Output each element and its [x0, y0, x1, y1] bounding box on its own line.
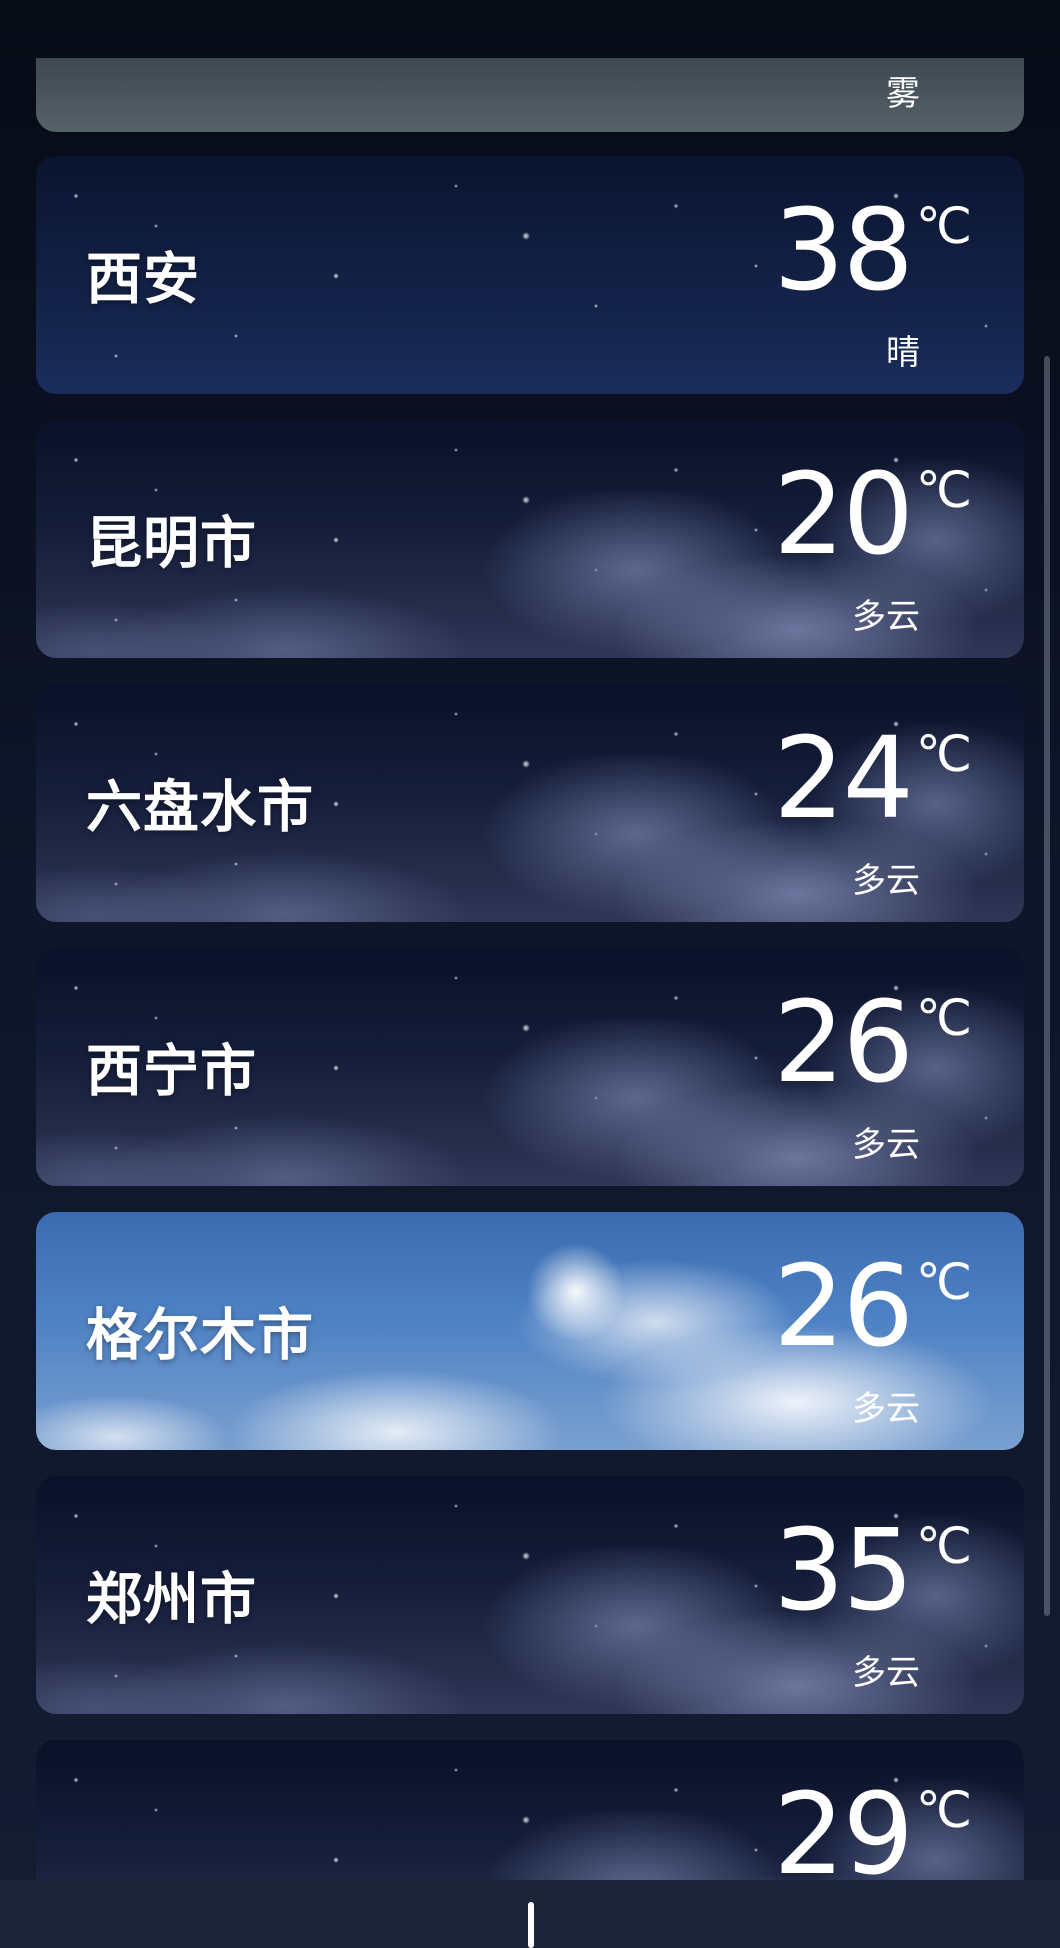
temperature-value: 24 [773, 714, 914, 844]
home-indicator[interactable] [528, 1902, 534, 1948]
temperature: 35℃ [773, 1506, 972, 1636]
city-name: 西宁市 [86, 1039, 257, 1105]
city-card-partial[interactable]: 雾 [36, 58, 1024, 132]
weather-condition: 多云 [852, 1389, 920, 1429]
temperature-unit: ℃ [915, 1253, 972, 1311]
temperature: 24℃ [773, 714, 972, 844]
weather-city-list-screen: 雾 西安 38℃ 晴 昆明市 20℃ 多云 六盘水市 24℃ 多云 西宁市 26… [0, 0, 1060, 1948]
weather-condition: 多云 [852, 861, 920, 901]
temperature: 20℃ [773, 450, 972, 580]
temperature-value: 38 [773, 186, 914, 316]
temperature-value: 26 [773, 978, 914, 1108]
weather-condition: 雾 [886, 74, 920, 114]
city-card-kunming[interactable]: 昆明市 20℃ 多云 [36, 420, 1024, 658]
weather-condition: 多云 [852, 1125, 920, 1165]
city-card-liupanshui[interactable]: 六盘水市 24℃ 多云 [36, 684, 1024, 922]
city-name: 格尔木市 [86, 1303, 314, 1369]
temperature: 26℃ [773, 1242, 972, 1372]
temperature-unit: ℃ [915, 197, 972, 255]
temperature-value: 26 [773, 1242, 914, 1372]
temperature-value: 29 [773, 1770, 914, 1880]
temperature: 29℃ [773, 1770, 972, 1880]
temperature-unit: ℃ [915, 989, 972, 1047]
city-name: 六盘水市 [86, 775, 314, 841]
temperature-unit: ℃ [915, 1517, 972, 1575]
scrollbar[interactable] [1044, 356, 1050, 1616]
city-name: 西安 [86, 247, 200, 313]
weather-condition: 晴 [886, 333, 920, 373]
city-card-golmud[interactable]: 格尔木市 26℃ 多云 [36, 1212, 1024, 1450]
temperature: 38℃ [773, 186, 972, 316]
bottom-navigation-bar [0, 1880, 1060, 1948]
city-card-xining[interactable]: 西宁市 26℃ 多云 [36, 948, 1024, 1186]
city-card-shanghai[interactable]: 上海 29℃ [36, 1740, 1024, 1880]
temperature-value: 20 [773, 450, 914, 580]
city-name: 昆明市 [86, 511, 257, 577]
city-card-zhengzhou[interactable]: 郑州市 35℃ 多云 [36, 1476, 1024, 1714]
temperature-unit: ℃ [915, 461, 972, 519]
city-list[interactable]: 雾 西安 38℃ 晴 昆明市 20℃ 多云 六盘水市 24℃ 多云 西宁市 26… [36, 58, 1024, 1880]
temperature: 26℃ [773, 978, 972, 1108]
temperature-unit: ℃ [915, 725, 972, 783]
temperature-value: 35 [773, 1506, 914, 1636]
city-name: 郑州市 [86, 1567, 257, 1633]
city-card-xian[interactable]: 西安 38℃ 晴 [36, 156, 1024, 394]
temperature-unit: ℃ [915, 1781, 972, 1839]
weather-condition: 多云 [852, 1653, 920, 1693]
weather-condition: 多云 [852, 597, 920, 637]
